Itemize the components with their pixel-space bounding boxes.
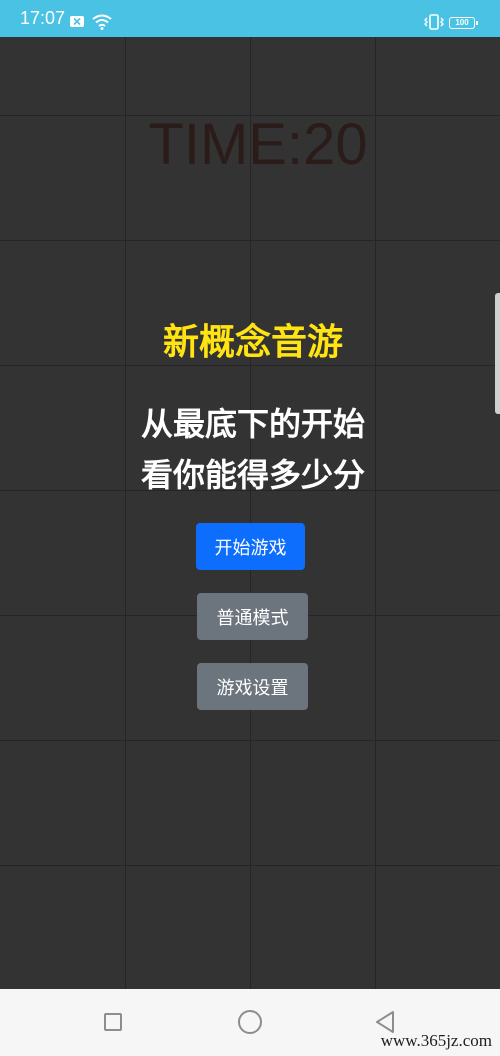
home-icon[interactable] — [238, 1010, 262, 1034]
watermark: www.365jz.com — [380, 1031, 492, 1050]
subtitle-line-2: 看你能得多少分 — [140, 456, 365, 494]
timer-display: TIME:20 — [148, 112, 368, 177]
vibrate-icon — [424, 13, 444, 35]
grid-line — [0, 740, 500, 741]
grid-line — [0, 865, 500, 866]
app-screen: 17:07 100 TIME:20 新概念音游 从最底下的开始 看你能得多少分 … — [0, 0, 500, 1056]
normal-mode-button[interactable]: 普通模式 — [197, 593, 308, 640]
subtitle-line-1: 从最底下的开始 — [140, 405, 365, 443]
status-bar: 17:07 100 — [0, 0, 500, 37]
grid-line — [0, 240, 500, 241]
mail-x-icon — [70, 16, 84, 27]
game-settings-button[interactable]: 游戏设置 — [197, 663, 308, 710]
navigation-bar: www.365jz.com — [0, 989, 500, 1056]
status-time: 17:07 — [20, 8, 66, 28]
start-game-button[interactable]: 开始游戏 — [196, 523, 305, 570]
recent-apps-icon[interactable] — [104, 1013, 122, 1031]
battery-icon: 100 — [449, 17, 478, 29]
wifi-icon — [92, 14, 112, 34]
game-title: 新概念音游 — [162, 322, 343, 363]
